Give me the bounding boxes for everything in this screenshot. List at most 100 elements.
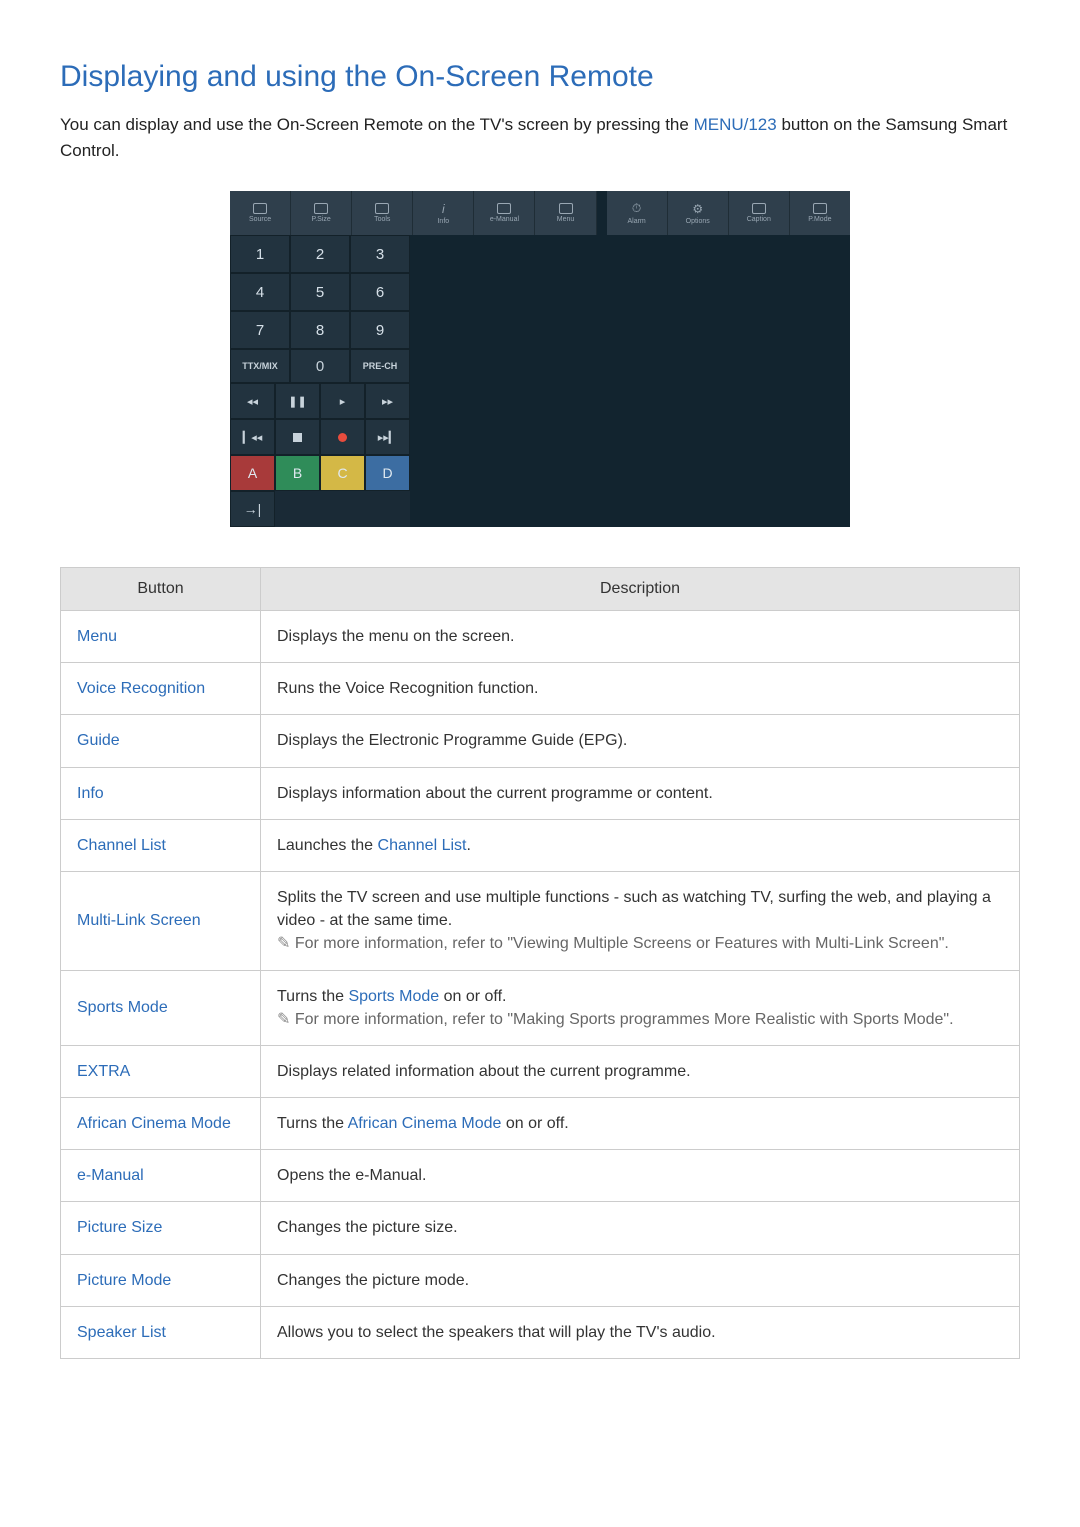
btn-name: Sports Mode: [61, 970, 261, 1045]
th-description: Description: [261, 568, 1020, 611]
btn-name: Guide: [61, 715, 261, 767]
table-row: Picture Mode Changes the picture mode.: [61, 1254, 1020, 1306]
btn-desc: Displays the Electronic Programme Guide …: [261, 715, 1020, 767]
btn-desc: Displays the menu on the screen.: [261, 611, 1020, 663]
table-row: Speaker List Allows you to select the sp…: [61, 1306, 1020, 1358]
top-icon-label: e-Manual: [490, 216, 519, 223]
top-icon-label: P.Size: [311, 216, 330, 223]
record-button[interactable]: [320, 419, 365, 455]
exit-button[interactable]: →|: [230, 491, 275, 527]
btn-name: Menu: [61, 611, 261, 663]
btn-desc: Changes the picture size.: [261, 1202, 1020, 1254]
color-d-button[interactable]: D: [365, 455, 410, 491]
table-row: e-Manual Opens the e-Manual.: [61, 1150, 1020, 1202]
btn-name: Channel List: [61, 819, 261, 871]
menu123-keyword: MENU/123: [694, 115, 777, 134]
onscreen-remote: Source P.Size Tools iInfo e-Manual Menu …: [230, 191, 850, 527]
table-row: Guide Displays the Electronic Programme …: [61, 715, 1020, 767]
top-icon-emanual[interactable]: e-Manual: [474, 191, 535, 235]
top-icon-options[interactable]: ⚙Options: [668, 191, 729, 235]
num-5[interactable]: 5: [290, 273, 350, 311]
num-7[interactable]: 7: [230, 311, 290, 349]
note-text: For more information, refer to "Making S…: [277, 1011, 954, 1028]
btn-name: e-Manual: [61, 1150, 261, 1202]
top-icon-info[interactable]: iInfo: [413, 191, 474, 235]
table-row: Channel List Launches the Channel List.: [61, 819, 1020, 871]
table-row: Voice Recognition Runs the Voice Recogni…: [61, 663, 1020, 715]
stop-button[interactable]: [275, 419, 320, 455]
ttxmix-button[interactable]: TTX/MIX: [230, 349, 290, 383]
num-3[interactable]: 3: [350, 235, 410, 273]
btn-desc: Allows you to select the speakers that w…: [261, 1306, 1020, 1358]
btn-desc: Turns the African Cinema Mode on or off.: [261, 1098, 1020, 1150]
btn-name: Info: [61, 767, 261, 819]
top-icon-source[interactable]: Source: [230, 191, 291, 235]
pause-button[interactable]: ❚❚: [275, 383, 320, 419]
african-cinema-link: African Cinema Mode: [348, 1115, 502, 1132]
remote-top-row: Source P.Size Tools iInfo e-Manual Menu …: [230, 191, 850, 235]
top-icon-label: Options: [686, 218, 710, 225]
table-row: Multi-Link Screen Splits the TV screen a…: [61, 871, 1020, 970]
page-title: Displaying and using the On-Screen Remot…: [60, 60, 1020, 94]
btn-name: Voice Recognition: [61, 663, 261, 715]
prech-button[interactable]: PRE-CH: [350, 349, 410, 383]
btn-desc: Displays related information about the c…: [261, 1045, 1020, 1097]
top-icon-tools[interactable]: Tools: [352, 191, 413, 235]
color-a-button[interactable]: A: [230, 455, 275, 491]
top-spacer: [597, 191, 607, 235]
top-icon-label: Source: [249, 216, 271, 223]
remote-pad: 1 2 3 4 5 6 7 8 9 TTX/MIX 0 PRE-CH ◂◂ ❚❚…: [230, 235, 410, 527]
sports-mode-link: Sports Mode: [348, 988, 439, 1005]
th-button: Button: [61, 568, 261, 611]
top-icon-pmode[interactable]: P.Mode: [790, 191, 850, 235]
next-track-button[interactable]: ▸▸▎: [365, 419, 410, 455]
btn-desc: Turns the Sports Mode on or off. For mor…: [261, 970, 1020, 1045]
top-icon-label: Tools: [374, 216, 390, 223]
table-row: Menu Displays the menu on the screen.: [61, 611, 1020, 663]
btn-desc: Changes the picture mode.: [261, 1254, 1020, 1306]
top-icon-label: Caption: [747, 216, 771, 223]
num-0[interactable]: 0: [290, 349, 350, 383]
stop-icon: [293, 433, 302, 442]
btn-name: EXTRA: [61, 1045, 261, 1097]
color-b-button[interactable]: B: [275, 455, 320, 491]
btn-name: Picture Size: [61, 1202, 261, 1254]
play-button[interactable]: ▸: [320, 383, 365, 419]
color-c-button[interactable]: C: [320, 455, 365, 491]
ffwd-button[interactable]: ▸▸: [365, 383, 410, 419]
btn-name: Speaker List: [61, 1306, 261, 1358]
exit-spacer: [275, 491, 410, 527]
rewind-button[interactable]: ◂◂: [230, 383, 275, 419]
table-row: African Cinema Mode Turns the African Ci…: [61, 1098, 1020, 1150]
top-icon-alarm[interactable]: ⏱Alarm: [607, 191, 668, 235]
num-4[interactable]: 4: [230, 273, 290, 311]
top-icon-label: Alarm: [627, 218, 645, 225]
channel-list-link: Channel List: [378, 837, 467, 854]
btn-desc: Displays information about the current p…: [261, 767, 1020, 819]
top-icon-caption[interactable]: Caption: [729, 191, 790, 235]
btn-desc: Runs the Voice Recognition function.: [261, 663, 1020, 715]
num-8[interactable]: 8: [290, 311, 350, 349]
top-icon-label: Info: [437, 218, 449, 225]
btn-name: African Cinema Mode: [61, 1098, 261, 1150]
top-icon-psize[interactable]: P.Size: [291, 191, 352, 235]
num-2[interactable]: 2: [290, 235, 350, 273]
table-row: Info Displays information about the curr…: [61, 767, 1020, 819]
table-row: EXTRA Displays related information about…: [61, 1045, 1020, 1097]
num-1[interactable]: 1: [230, 235, 290, 273]
table-row: Picture Size Changes the picture size.: [61, 1202, 1020, 1254]
top-icon-menu[interactable]: Menu: [535, 191, 596, 235]
record-icon: [338, 433, 347, 442]
btn-desc: Splits the TV screen and use multiple fu…: [261, 871, 1020, 970]
btn-name: Picture Mode: [61, 1254, 261, 1306]
num-6[interactable]: 6: [350, 273, 410, 311]
btn-desc: Launches the Channel List.: [261, 819, 1020, 871]
button-description-table: Button Description Menu Displays the men…: [60, 567, 1020, 1359]
btn-desc: Opens the e-Manual.: [261, 1150, 1020, 1202]
intro-part-a: You can display and use the On-Screen Re…: [60, 115, 694, 134]
prev-track-button[interactable]: ▎◂◂: [230, 419, 275, 455]
top-icon-label: P.Mode: [808, 216, 831, 223]
note-text: For more information, refer to "Viewing …: [277, 935, 949, 952]
table-row: Sports Mode Turns the Sports Mode on or …: [61, 970, 1020, 1045]
num-9[interactable]: 9: [350, 311, 410, 349]
